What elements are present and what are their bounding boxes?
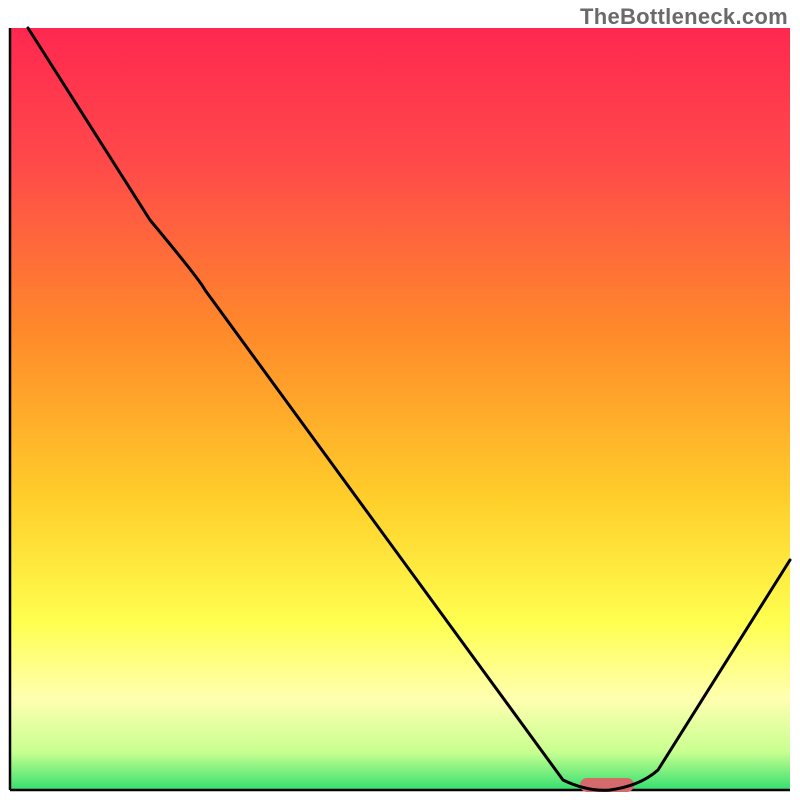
- chart-container: TheBottleneck.com: [0, 0, 800, 800]
- watermark: TheBottleneck.com: [580, 4, 788, 30]
- chart-svg: [0, 0, 800, 800]
- plot-area: [10, 28, 790, 790]
